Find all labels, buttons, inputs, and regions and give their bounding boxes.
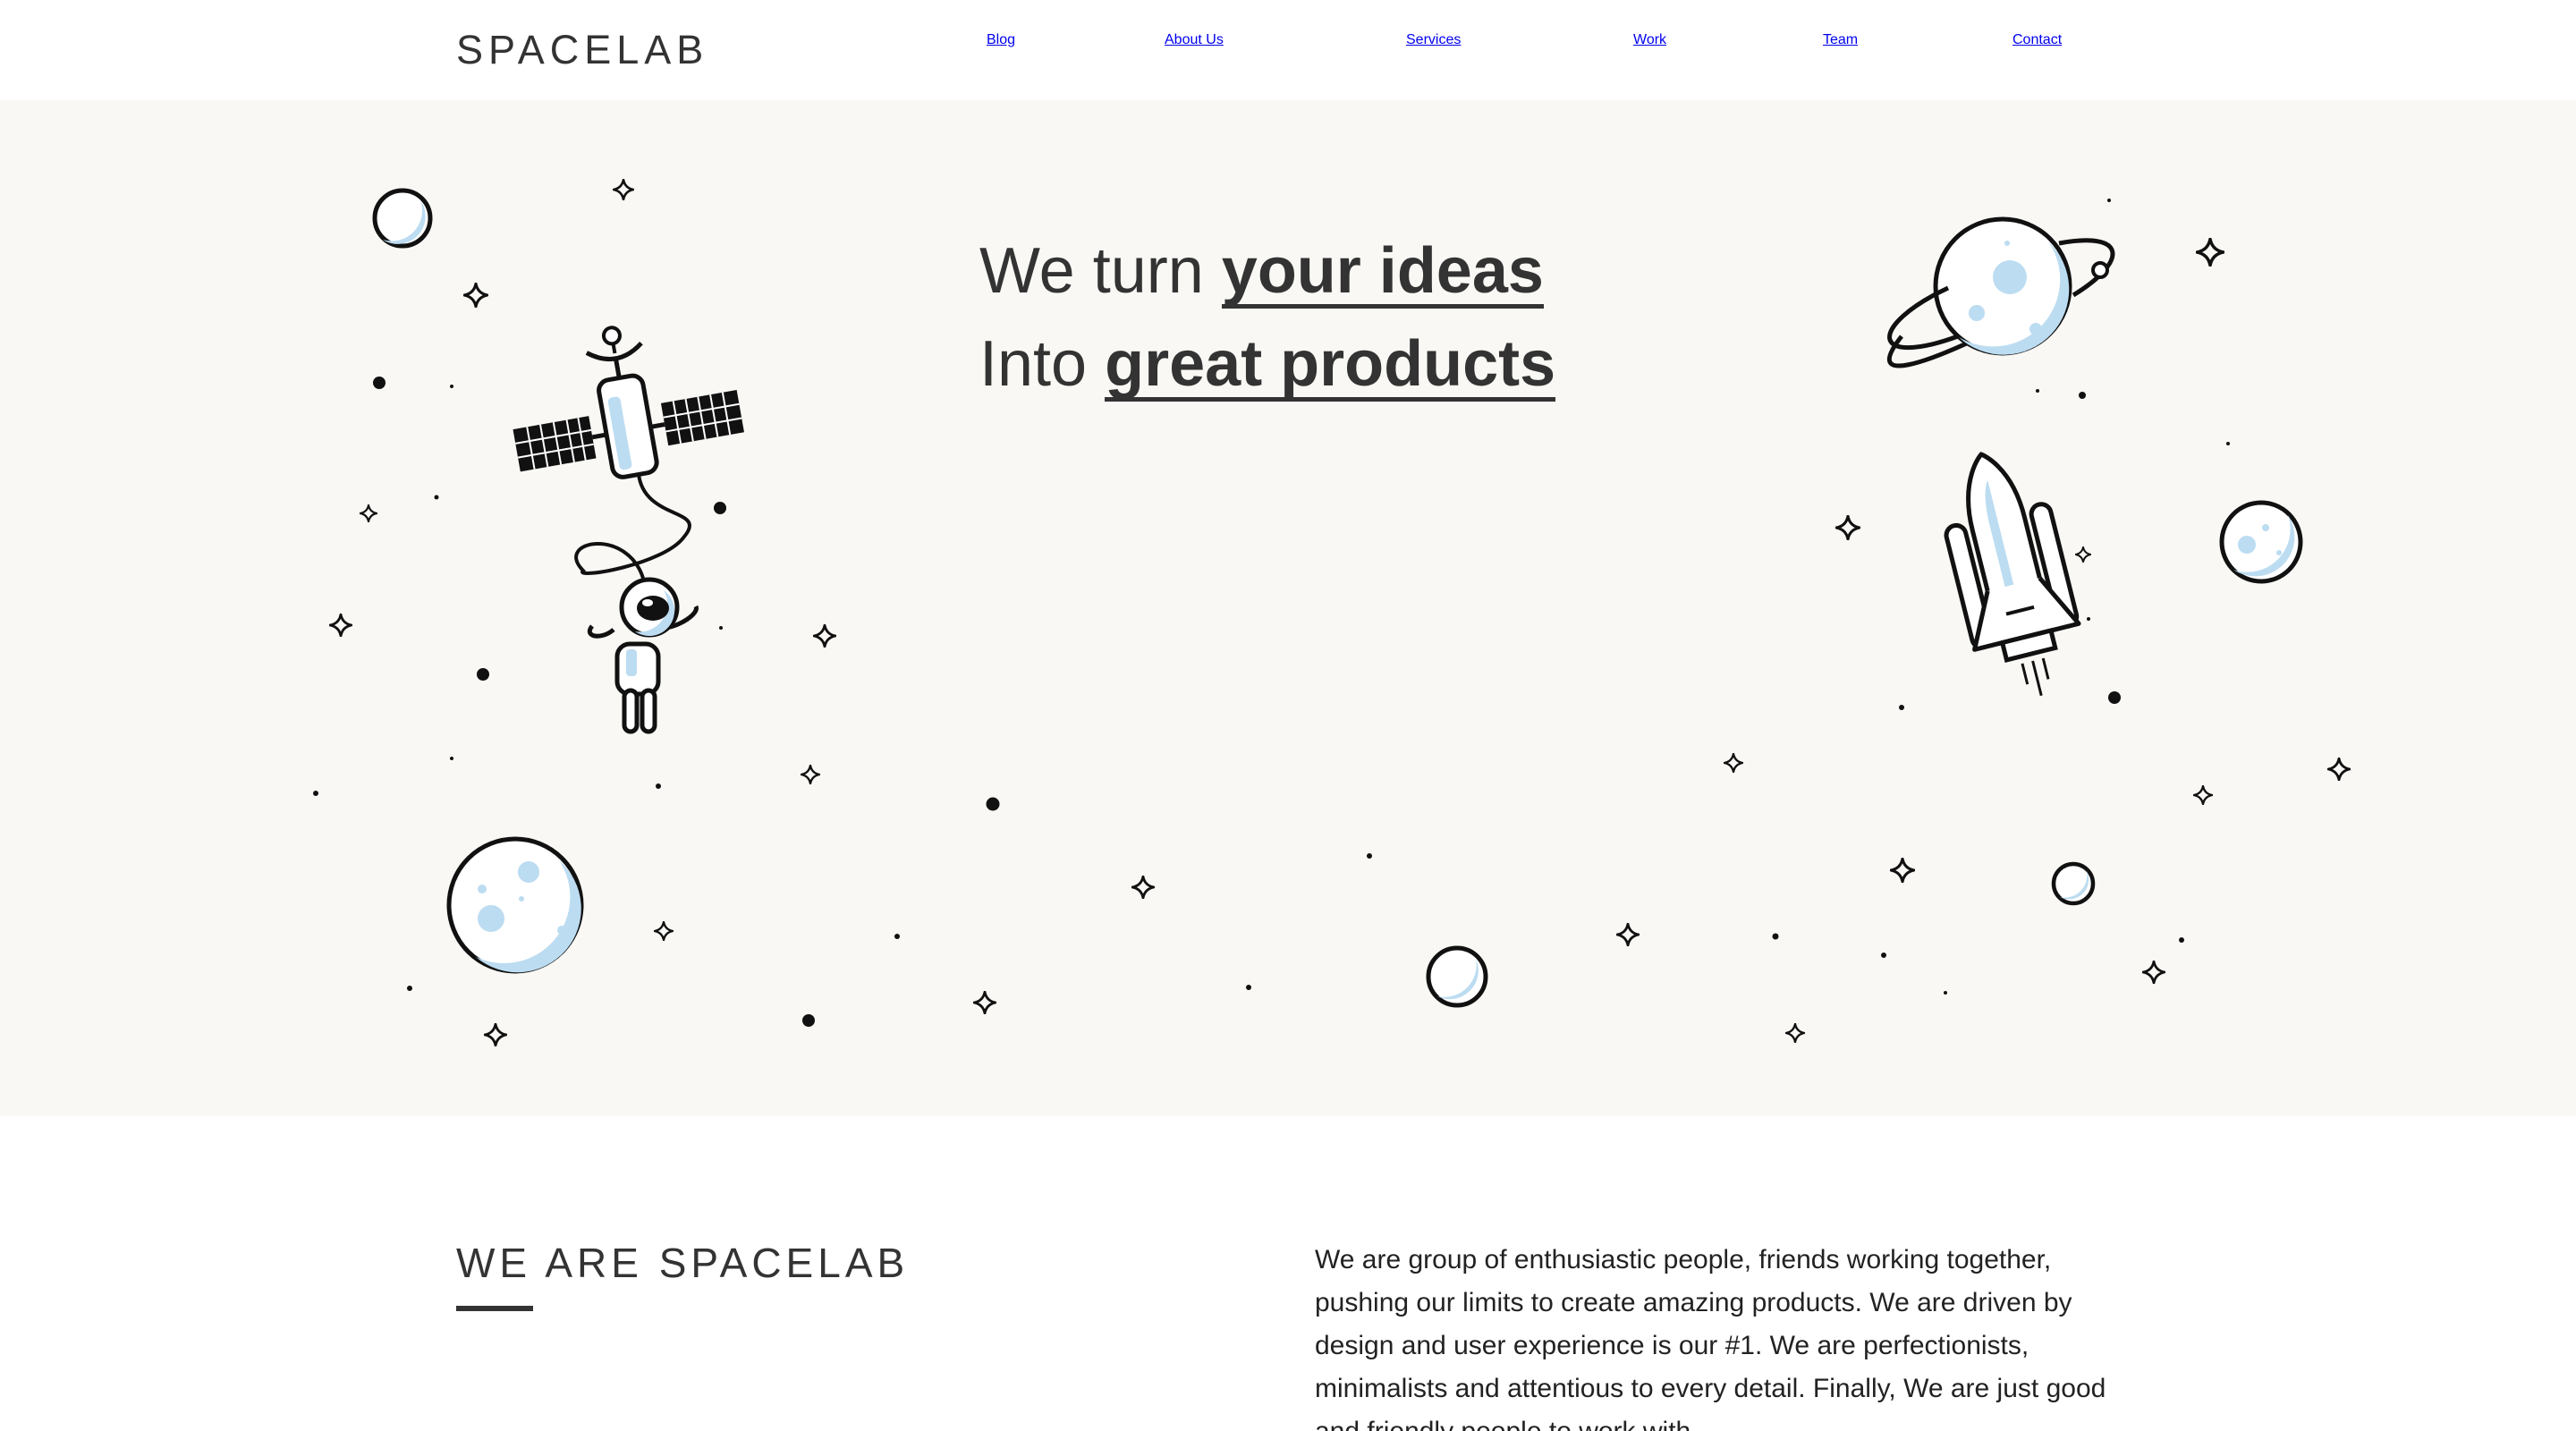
star-icon bbox=[360, 504, 377, 522]
hero-headline: We turn your ideas Into great products bbox=[979, 234, 1659, 420]
headline-prefix-1: We turn bbox=[979, 235, 1222, 307]
satellite-icon bbox=[513, 326, 744, 479]
star-icon bbox=[2193, 785, 2213, 805]
site-header: SPACELAB Blog About Us Services Work Tea… bbox=[0, 0, 2576, 100]
star-icon bbox=[329, 614, 352, 637]
nav-link-about-us[interactable]: About Us bbox=[1165, 32, 1224, 68]
star-icon bbox=[2075, 546, 2091, 563]
title-underline bbox=[456, 1306, 533, 1311]
tether-cable bbox=[574, 473, 691, 582]
nav-link-contact[interactable]: Contact bbox=[2012, 32, 2062, 68]
star-icon bbox=[1616, 923, 1640, 946]
star-icon bbox=[613, 179, 634, 200]
star-icon bbox=[2142, 961, 2165, 984]
star-icon bbox=[1890, 858, 1915, 883]
nav-link-work[interactable]: Work bbox=[1633, 32, 1666, 68]
astronaut-icon bbox=[588, 577, 699, 734]
ringed-planet-icon bbox=[1887, 216, 2115, 368]
star-icon bbox=[1724, 753, 1743, 773]
site-logo[interactable]: SPACELAB bbox=[456, 27, 708, 73]
space-shuttle-icon bbox=[1944, 452, 2081, 697]
star-icon bbox=[801, 765, 820, 784]
star-icon bbox=[2196, 238, 2224, 267]
star-icon bbox=[654, 921, 674, 941]
page: SPACELAB Blog About Us Services Work Tea… bbox=[0, 0, 2576, 1431]
star-icon bbox=[973, 991, 996, 1014]
star-icon bbox=[2327, 758, 2351, 781]
star-icon bbox=[1835, 515, 1860, 540]
moon-icon bbox=[372, 188, 433, 249]
about-title: WE ARE SPACELAB bbox=[456, 1240, 910, 1286]
headline-line-2: Into great products bbox=[979, 327, 1659, 420]
headline-prefix-2: Into bbox=[979, 328, 1106, 400]
headline-line-1: We turn your ideas bbox=[979, 234, 1659, 327]
star-icon bbox=[463, 283, 488, 308]
star-icon bbox=[484, 1023, 507, 1046]
moon-icon bbox=[1426, 945, 1488, 1008]
star-icon bbox=[813, 624, 836, 648]
nav-link-team[interactable]: Team bbox=[1823, 32, 1858, 68]
star-icon bbox=[1131, 876, 1155, 899]
about-paragraph: We are group of enthusiastic people, fri… bbox=[1315, 1245, 2106, 1431]
headline-highlight-1: your ideas bbox=[1221, 235, 1544, 309]
star-icon bbox=[1785, 1023, 1805, 1043]
moon-icon bbox=[2051, 861, 2096, 906]
headline-highlight-2: great products bbox=[1105, 328, 1556, 402]
nav-link-services[interactable]: Services bbox=[1406, 32, 1461, 68]
moon-icon bbox=[2219, 500, 2303, 584]
nav-link-blog[interactable]: Blog bbox=[987, 32, 1015, 68]
hero-section: We turn your ideas Into great products bbox=[0, 100, 2576, 1116]
moon-icon bbox=[446, 836, 584, 974]
